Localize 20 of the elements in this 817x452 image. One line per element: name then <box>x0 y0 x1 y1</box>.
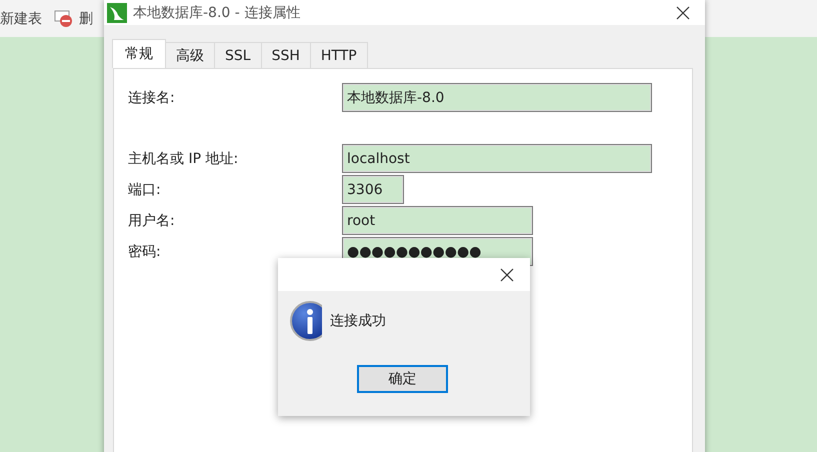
tab[interactable]: HTTP <box>310 42 368 68</box>
field-label: 连接名: <box>128 88 176 106</box>
input-field[interactable]: 本地数据库-8.0 <box>342 83 652 112</box>
input-field[interactable]: 3306 <box>342 175 404 204</box>
ok-button[interactable]: 确定 <box>357 365 448 393</box>
tab[interactable]: 常规 <box>112 39 166 68</box>
field-label: 用户名: <box>128 212 176 230</box>
toolbar-label[interactable]: 新建表 <box>0 10 42 28</box>
field-label: 端口: <box>128 180 162 198</box>
field-label: 密码: <box>128 242 162 260</box>
app-logo-icon <box>107 2 127 22</box>
close-icon[interactable] <box>500 268 514 282</box>
info-icon <box>290 301 322 341</box>
message-text: 连接成功 <box>330 312 386 330</box>
input-field[interactable]: localhost <box>342 144 652 173</box>
close-icon[interactable] <box>676 6 690 20</box>
toolbar-label[interactable]: 删 <box>79 10 93 28</box>
window-title: 本地数据库-8.0 - 连接属性 <box>133 4 300 22</box>
field-label: 主机名或 IP 地址: <box>128 150 240 168</box>
input-field[interactable]: root <box>342 206 533 235</box>
